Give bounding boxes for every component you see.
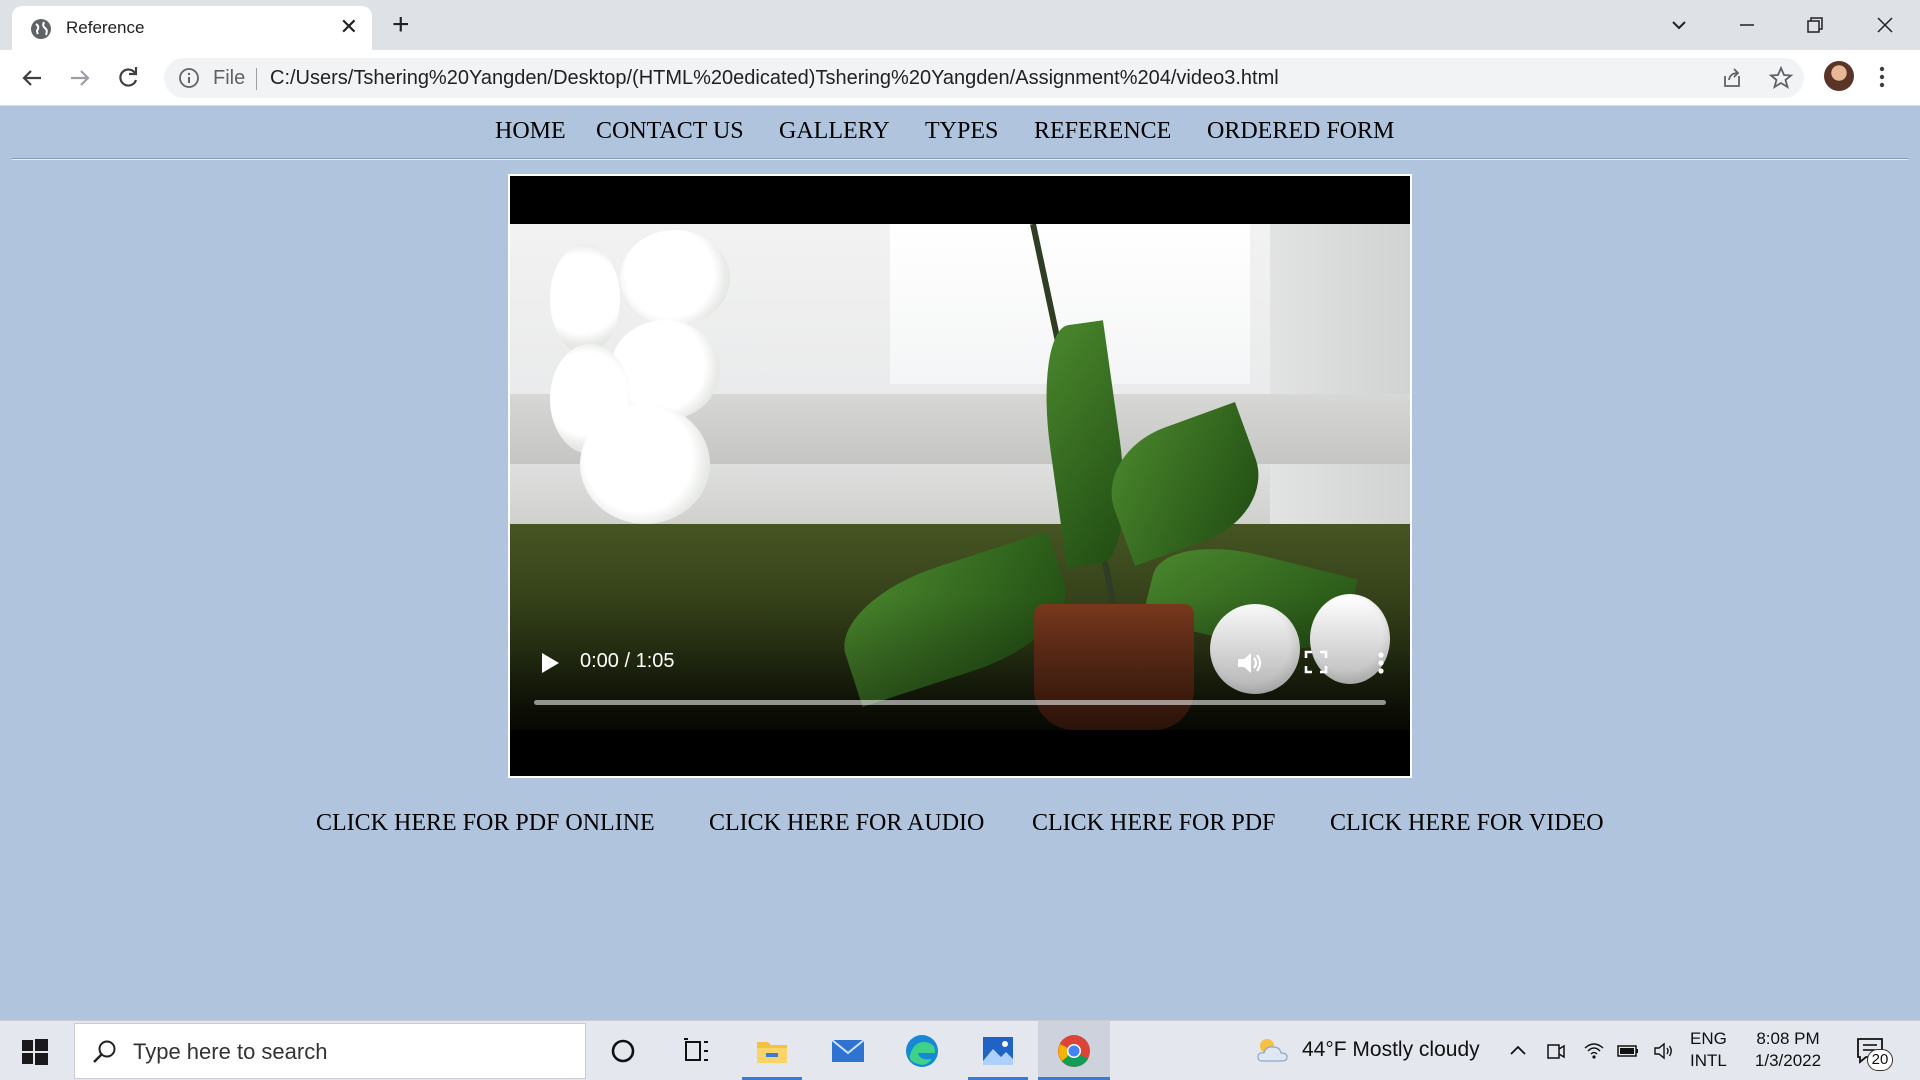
profile-avatar[interactable]	[1824, 61, 1854, 91]
close-tab-icon[interactable]: ✕	[340, 16, 358, 38]
globe-icon	[31, 19, 51, 39]
nav-ordered-form[interactable]: ORDERED FORM	[1207, 118, 1394, 145]
browser-menu-icon[interactable]	[1876, 62, 1888, 92]
forward-arrow-icon[interactable]	[64, 62, 96, 94]
edge-browser-icon[interactable]	[902, 1031, 942, 1071]
windows-taskbar: Type here to search 44°F Mostly cloudy E…	[0, 1020, 1920, 1080]
file-explorer-icon[interactable]	[752, 1031, 792, 1071]
weather-text[interactable]: 44°F Mostly cloudy	[1302, 1038, 1480, 1062]
nav-types[interactable]: TYPES	[925, 118, 998, 145]
language-code: ENG	[1690, 1029, 1727, 1048]
orchid-flower	[620, 230, 730, 326]
page-content: HOME CONTACT US GALLERY TYPES REFERENCE …	[0, 106, 1920, 1020]
address-divider	[256, 68, 257, 90]
wifi-icon[interactable]	[1582, 1039, 1606, 1063]
browser-toolbar: File C:/Users/Tshering%20Yangden/Desktop…	[0, 50, 1920, 106]
mail-icon[interactable]	[828, 1031, 868, 1071]
minimize-icon[interactable]	[1732, 10, 1762, 40]
back-arrow-icon[interactable]	[16, 62, 48, 94]
nav-home[interactable]: HOME	[495, 118, 566, 145]
video-more-options-icon[interactable]	[1376, 648, 1386, 678]
address-scheme: File	[213, 67, 246, 89]
play-icon[interactable]	[540, 652, 560, 674]
nav-gallery[interactable]: GALLERY	[779, 118, 890, 145]
search-placeholder: Type here to search	[133, 1039, 328, 1064]
clock-date: 1/3/2022	[1754, 1051, 1822, 1070]
video-progress-bar[interactable]	[534, 700, 1386, 705]
orchid-flower	[580, 404, 710, 524]
link-pdf[interactable]: CLICK HERE FOR PDF	[1032, 810, 1275, 837]
link-audio[interactable]: CLICK HERE FOR AUDIO	[709, 810, 984, 837]
video-time: 0:00 / 1:05	[580, 650, 675, 672]
keyboard-layout: INTL	[1690, 1051, 1727, 1070]
browser-tab[interactable]: Reference ✕	[12, 6, 372, 50]
bookmark-star-icon[interactable]	[1768, 65, 1794, 91]
task-view-icon[interactable]	[676, 1031, 716, 1071]
notification-count-badge: 20	[1867, 1049, 1893, 1071]
restore-icon[interactable]	[1800, 10, 1830, 40]
system-clock[interactable]: 8:08 PM 1/3/2022	[1748, 1028, 1828, 1072]
nav-contact-us[interactable]: CONTACT US	[596, 118, 744, 145]
link-video[interactable]: CLICK HERE FOR VIDEO	[1330, 810, 1604, 837]
share-icon[interactable]	[1720, 66, 1744, 90]
info-icon[interactable]	[178, 67, 200, 89]
language-indicator[interactable]: ENG INTL	[1690, 1028, 1727, 1072]
fullscreen-icon[interactable]	[1304, 650, 1328, 674]
search-icon	[93, 1040, 116, 1063]
link-pdf-online[interactable]: CLICK HERE FOR PDF ONLINE	[316, 810, 655, 837]
video-controls-overlay	[510, 596, 1410, 776]
nav-reference[interactable]: REFERENCE	[1034, 118, 1171, 145]
windows-start-icon[interactable]	[22, 1039, 48, 1065]
tab-search-icon[interactable]	[1664, 10, 1694, 40]
close-window-icon[interactable]	[1870, 10, 1900, 40]
horizontal-rule	[12, 158, 1908, 160]
cortana-icon[interactable]	[603, 1031, 643, 1071]
tab-title: Reference	[66, 18, 145, 37]
video-player[interactable]: 0:00 / 1:05	[508, 174, 1412, 778]
chrome-icon[interactable]	[1054, 1031, 1094, 1071]
photos-icon[interactable]	[978, 1031, 1018, 1071]
chevron-up-icon[interactable]	[1506, 1039, 1530, 1063]
speaker-icon[interactable]	[1652, 1039, 1676, 1063]
meet-now-icon[interactable]	[1544, 1039, 1568, 1063]
cloudy-weather-icon[interactable]	[1254, 1035, 1290, 1065]
reload-icon[interactable]	[112, 62, 144, 94]
clock-time: 8:08 PM	[1756, 1029, 1820, 1048]
orchid-flower	[550, 244, 620, 354]
tab-strip: Reference ✕ +	[0, 0, 1920, 50]
address-bar[interactable]: File C:/Users/Tshering%20Yangden/Desktop…	[164, 58, 1804, 98]
volume-icon[interactable]	[1234, 648, 1264, 678]
new-tab-button[interactable]: +	[392, 10, 410, 40]
battery-icon[interactable]	[1616, 1039, 1640, 1063]
url-text[interactable]: C:/Users/Tshering%20Yangden/Desktop/(HTM…	[270, 67, 1279, 90]
taskbar-search-box[interactable]: Type here to search	[74, 1023, 586, 1079]
